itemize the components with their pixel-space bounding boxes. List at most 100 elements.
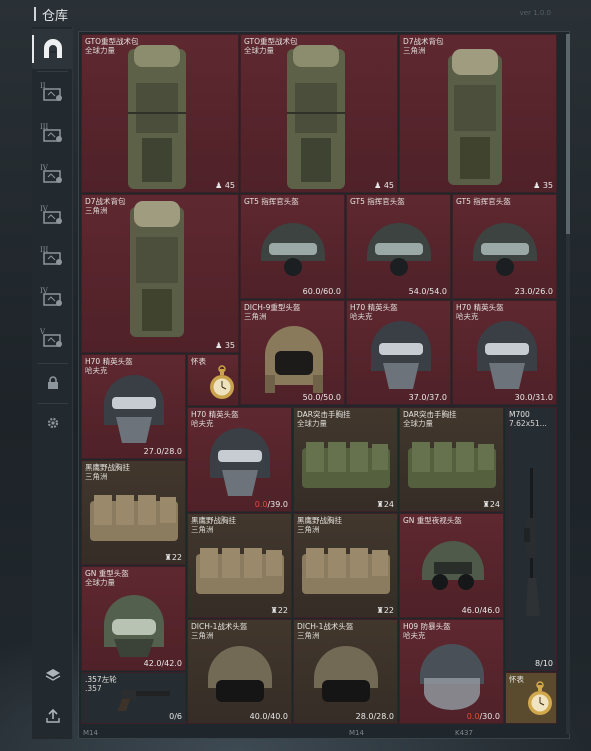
item-rig-dar-2[interactable]: DAR突击手胸挂 全球力量 ♜24	[399, 407, 504, 512]
item-helmet-h70-4[interactable]: H70 精英头盔 哈夫克 0.0/39.0	[187, 407, 292, 512]
sidebar-item-lock[interactable]	[32, 363, 73, 403]
item-revolver-357[interactable]: .357左轮 .357 0/6	[81, 672, 186, 724]
sidebar-item-layers[interactable]	[32, 655, 73, 695]
capacity-icon: ♟	[374, 181, 382, 190]
capacity-icon: ♟	[533, 181, 541, 190]
durability-value: 40.0/40.0	[249, 712, 288, 721]
item-name: GN 重型夜视头盔	[403, 516, 462, 525]
capacity-icon: ♜	[164, 553, 172, 562]
sidebar-item-storage-3[interactable]: III	[32, 115, 73, 155]
page-title: 仓库	[42, 9, 69, 24]
item-capacity: ♜22	[271, 606, 288, 615]
item-backpack-gto-1[interactable]: GTO重型战术包 全球力量 ♟ 45	[81, 34, 239, 193]
item-capacity: ♜22	[377, 606, 394, 615]
item-backpack-d7-2[interactable]: D7战术背包 三角洲 ♟ 35	[81, 194, 239, 353]
durability-current: 0.0	[466, 712, 480, 721]
item-helmet-h70-2[interactable]: H70 精英头盔 哈夫克 30.0/31.0	[452, 300, 557, 405]
chest-rig-icon	[90, 495, 178, 541]
chest-rig-icon	[302, 548, 390, 594]
item-helmet-gn-nv[interactable]: GN 重型夜视头盔 46.0/46.0	[399, 513, 504, 618]
item-name: 黑鹰野战胸挂	[297, 516, 342, 525]
sidebar-item-storage-5[interactable]: IV	[32, 197, 73, 237]
item-pocket-watch-2[interactable]: 怀表	[505, 672, 557, 724]
rifle-icon	[524, 468, 540, 616]
item-helmet-h09[interactable]: H09 防暴头盔 哈夫克 0.0/30.0	[399, 619, 504, 724]
capacity-icon: ♟	[215, 341, 223, 350]
capacity-value: 22	[277, 606, 288, 615]
storage-sidebar: II III IV IV III IV V	[32, 27, 73, 739]
sidebar-item-upload[interactable]	[32, 696, 73, 736]
helmet-icon	[420, 644, 484, 710]
item-name: 黑鹰野战胸挂	[85, 463, 130, 472]
sidebar-item-storage-8[interactable]: V	[32, 320, 73, 360]
item-name: .357左轮	[85, 675, 117, 684]
item-helmet-dich1-2[interactable]: DICH-1战术头盔 三角洲 28.0/28.0	[293, 619, 398, 724]
item-helmet-gn[interactable]: GN 重型头盔 全球力量 42.0/42.0	[81, 566, 186, 671]
tab-number: IV	[40, 164, 48, 172]
item-name: H70 精英头盔	[350, 303, 398, 312]
item-name: H09 防暴头盔	[403, 622, 451, 631]
capacity-icon: ♜	[376, 606, 384, 615]
backpack-icon	[128, 45, 186, 189]
item-name: DICH-1战术头盔	[191, 622, 248, 631]
sidebar-item-storage-4[interactable]: IV	[32, 156, 73, 196]
capacity-value: 22	[383, 606, 394, 615]
item-name: GN 重型头盔	[85, 569, 129, 578]
sidebar-item-warehouse[interactable]	[32, 29, 73, 69]
durability-value: 42.0/42.0	[143, 659, 182, 668]
item-helmet-gt5-2[interactable]: GT5 指挥官头盔 54.0/54.0	[346, 194, 451, 299]
item-faction: 全球力量	[297, 419, 327, 428]
item-faction: 三角洲	[191, 525, 214, 534]
item-name: DICH-1战术头盔	[297, 622, 354, 631]
helmet-icon	[477, 321, 537, 389]
item-faction: 三角洲	[403, 46, 426, 55]
footer-label: K437	[455, 729, 473, 737]
revolver-icon	[118, 690, 170, 711]
tab-number: IV	[40, 205, 48, 213]
warehouse-arch-icon	[43, 39, 62, 58]
item-capacity: ♟ 35	[215, 341, 235, 350]
item-rig-dar-1[interactable]: DAR突击手胸挂 全球力量 ♜24	[293, 407, 398, 512]
item-name: 怀表	[509, 675, 524, 684]
grid-scrollbar[interactable]	[566, 34, 570, 734]
helmet-icon	[210, 428, 270, 496]
durability-value: 54.0/54.0	[408, 287, 447, 296]
item-rig-blackhawk-1[interactable]: 黑鹰野战胸挂 三角洲 ♜22	[81, 460, 186, 565]
tab-number: V	[40, 328, 46, 336]
item-rifle-m700[interactable]: M700 7.62x51... 8/10	[505, 407, 557, 671]
item-name: M700	[509, 410, 530, 419]
tab-number: IV	[40, 287, 48, 295]
sidebar-item-settings[interactable]	[32, 403, 73, 443]
item-helmet-dich1-1[interactable]: DICH-1战术头盔 三角洲 40.0/40.0	[187, 619, 292, 724]
item-backpack-d7-1[interactable]: D7战术背包 三角洲 ♟ 35	[399, 34, 557, 193]
item-helmet-dich9[interactable]: DICH-9重型头盔 三角洲 50.0/50.0	[240, 300, 345, 405]
sidebar-item-storage-6[interactable]: III	[32, 238, 73, 278]
durability-value: 37.0/37.0	[408, 393, 447, 402]
item-backpack-gto-2[interactable]: GTO重型战术包 全球力量 ♟ 45	[240, 34, 398, 193]
item-name: GT5 指挥官头盔	[350, 197, 405, 206]
sidebar-item-storage-2[interactable]: II	[32, 74, 73, 114]
capacity-value: 45	[383, 181, 394, 190]
item-helmet-h70-3[interactable]: H70 精英头盔 哈夫克 27.0/28.0	[81, 354, 186, 459]
item-helmet-gt5-1[interactable]: GT5 指挥官头盔 60.0/60.0	[240, 194, 345, 299]
backpack-icon	[287, 45, 345, 189]
backpack-icon	[130, 201, 184, 337]
durability-current: 0.0	[254, 500, 268, 509]
helmet-icon	[261, 223, 325, 276]
scrollbar-thumb[interactable]	[566, 34, 570, 234]
pocket-watch-icon	[210, 365, 234, 399]
item-rig-blackhawk-2[interactable]: 黑鹰野战胸挂 三角洲 ♜22	[187, 513, 292, 618]
item-capacity: ♜24	[483, 500, 500, 509]
durability-value: 46.0/46.0	[461, 606, 500, 615]
durability-value: 60.0/60.0	[302, 287, 341, 296]
capacity-value: 24	[383, 500, 394, 509]
item-name: D7战术背包	[85, 197, 126, 206]
item-caliber: 7.62x51...	[509, 419, 547, 428]
sidebar-item-storage-7[interactable]: IV	[32, 279, 73, 319]
item-rig-blackhawk-3[interactable]: 黑鹰野战胸挂 三角洲 ♜22	[293, 513, 398, 618]
item-helmet-gt5-3[interactable]: GT5 指挥官头盔 23.0/26.0	[452, 194, 557, 299]
capacity-icon: ♜	[376, 500, 384, 509]
item-pocket-watch-1[interactable]: 怀表	[187, 354, 239, 406]
item-helmet-h70-1[interactable]: H70 精英头盔 哈夫克 37.0/37.0	[346, 300, 451, 405]
durability-value: 50.0/50.0	[302, 393, 341, 402]
